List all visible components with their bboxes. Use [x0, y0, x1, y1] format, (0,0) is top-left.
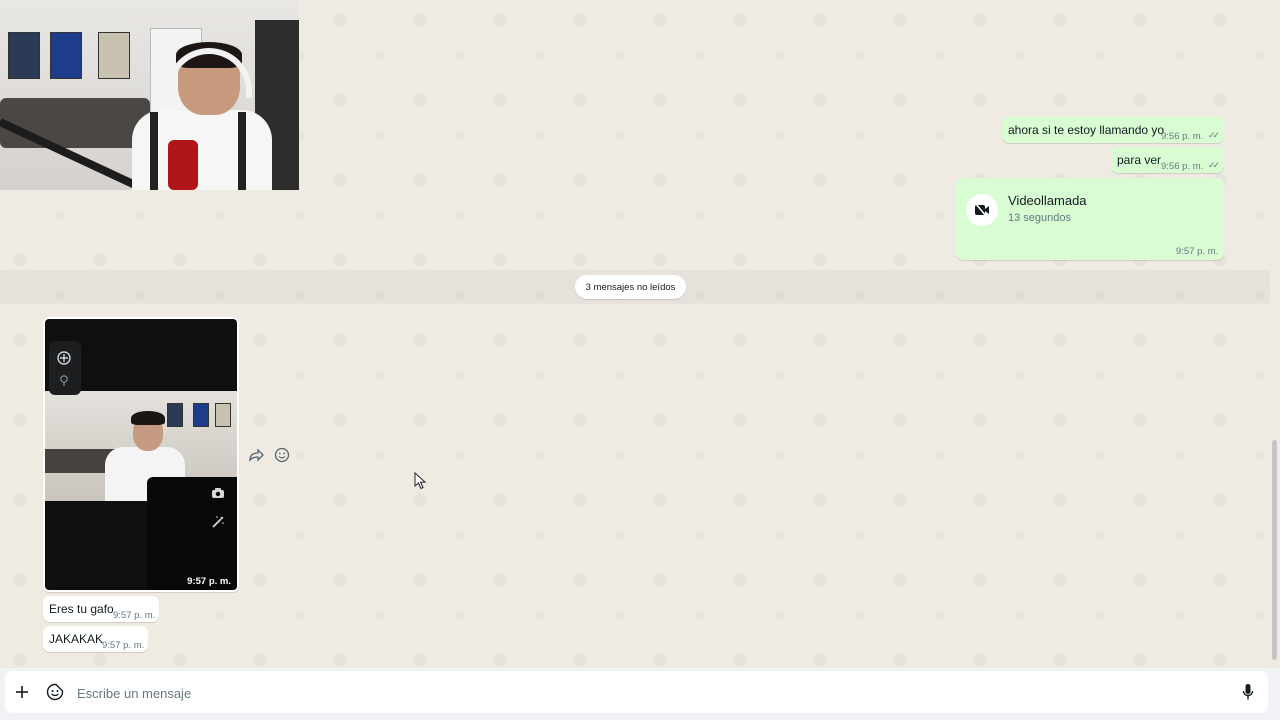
- mouse-cursor-icon: [414, 472, 426, 490]
- message-time: 9:57 p. m.: [113, 610, 156, 621]
- image-time: 9:57 p. m.: [187, 576, 231, 587]
- outgoing-message[interactable]: para ver 9:56 p. m. ✓✓: [1111, 147, 1224, 173]
- incoming-message[interactable]: JAKAKAK 9:57 p. m.: [43, 626, 148, 652]
- composer-box: [5, 671, 1268, 713]
- unread-divider: 3 mensajes no leídos: [575, 275, 686, 299]
- message-composer: [0, 668, 1280, 720]
- read-receipt-icon: ✓✓: [1208, 160, 1220, 170]
- magic-wand-icon: [212, 516, 224, 528]
- plus-icon[interactable]: [11, 681, 33, 703]
- message-time: 9:56 p. m.: [1161, 161, 1204, 172]
- chat-scrollbar[interactable]: [1272, 440, 1277, 660]
- message-input[interactable]: [75, 681, 1179, 705]
- video-camera-icon: [966, 194, 998, 226]
- bulb-icon: [60, 375, 68, 386]
- read-receipt-icon: ✓✓: [1208, 130, 1220, 140]
- message-text: ahora si te estoy llamando yo: [1008, 123, 1165, 137]
- message-text: JAKAKAK: [49, 632, 104, 646]
- message-text: Eres tu gafo: [49, 602, 114, 616]
- camera-icon: [212, 488, 224, 498]
- incoming-message[interactable]: Eres tu gafo 9:57 p. m.: [43, 596, 159, 622]
- crosshair-icon: [57, 351, 71, 365]
- call-message[interactable]: Videollamada 13 segundos 9:57 p. m.: [956, 178, 1224, 260]
- image-thumbnail[interactable]: 9:57 p. m.: [45, 319, 237, 590]
- message-time: 9:57 p. m.: [1176, 246, 1219, 257]
- call-duration: 13 segundos: [1008, 212, 1071, 224]
- call-title: Videollamada: [1008, 193, 1087, 208]
- outgoing-message[interactable]: ahora si te estoy llamando yo 9:56 p. m.…: [1002, 117, 1224, 143]
- forward-icon[interactable]: [246, 445, 266, 465]
- webcam-overlay: [0, 0, 299, 190]
- emoji-react-icon[interactable]: [272, 445, 292, 465]
- microphone-icon[interactable]: [1237, 681, 1259, 703]
- message-text: para ver: [1117, 153, 1162, 167]
- incoming-image-message[interactable]: 9:57 p. m.: [43, 317, 239, 592]
- message-time: 9:56 p. m.: [1161, 131, 1204, 142]
- message-time: 9:57 p. m.: [102, 640, 145, 651]
- sticker-emoji-icon[interactable]: [44, 681, 66, 703]
